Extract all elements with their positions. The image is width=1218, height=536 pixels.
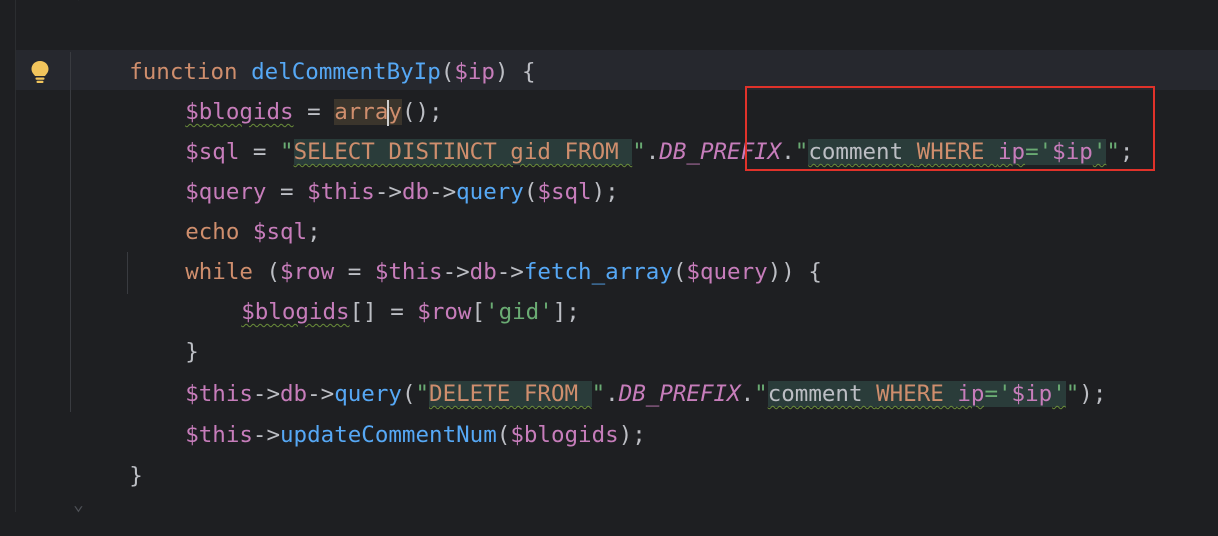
code-line-blogids-init[interactable]: $blogids = array(); bbox=[131, 52, 443, 126]
paren-end: ); bbox=[591, 179, 619, 205]
code-line-update-count[interactable]: $this->updateCommentNum($blogids); bbox=[131, 375, 646, 448]
code-line-close-while[interactable]: } bbox=[131, 292, 199, 365]
prop-db: db bbox=[401, 179, 430, 205]
arg-sql: $sql bbox=[537, 179, 592, 205]
code-line-function-signature[interactable]: function delCommentByIp($ip) { bbox=[75, 12, 535, 85]
fold-marker-top: ⌄ bbox=[73, 0, 84, 3]
gutter[interactable] bbox=[0, 0, 16, 512]
indent-guide bbox=[70, 52, 71, 412]
param-ip: $ip bbox=[454, 59, 495, 85]
paren-brace: )) { bbox=[767, 259, 822, 285]
code-line-close-function[interactable]: } bbox=[75, 416, 143, 489]
quote: " bbox=[754, 381, 768, 407]
paren: ( bbox=[440, 59, 455, 85]
var-blogids: $blogids bbox=[241, 299, 350, 325]
code-line-append[interactable]: $blogids[] = $row['gid']; bbox=[187, 252, 580, 325]
quote: " bbox=[1065, 381, 1080, 407]
arrow: -> bbox=[252, 422, 281, 448]
sql-close-quote: ' bbox=[1052, 381, 1066, 407]
concat-dot: . bbox=[645, 139, 660, 165]
code-line-echo[interactable]: echo $sql; bbox=[131, 172, 320, 245]
code-line-delete-query[interactable]: $this->db->query("DELETE FROM ".DB_PREFI… bbox=[131, 334, 1106, 407]
quote: " bbox=[632, 139, 646, 165]
annotation-highlight-box bbox=[745, 86, 1155, 171]
method-query: query bbox=[456, 179, 524, 205]
indent-guide bbox=[127, 252, 128, 294]
this: $this bbox=[185, 422, 253, 448]
paren: ( bbox=[496, 422, 511, 448]
sql-eq-quote: =' bbox=[984, 381, 1012, 407]
bracket: [ bbox=[471, 299, 486, 325]
var-row: $row bbox=[417, 299, 472, 325]
concat-dot: . bbox=[740, 381, 755, 407]
code-editor[interactable]: ⌄ ⌄ function delCommentByIp($ip) { $blog… bbox=[0, 0, 1218, 515]
paren-end: ); bbox=[618, 422, 646, 448]
sql-where: WHERE bbox=[876, 381, 958, 407]
sql-column-ip: ip bbox=[957, 381, 985, 407]
append-assign: [] = bbox=[349, 299, 418, 325]
sql-table: comment bbox=[767, 381, 877, 407]
paren: ( bbox=[672, 259, 687, 285]
paren-brace: ) { bbox=[494, 59, 536, 85]
arrow: -> bbox=[429, 179, 457, 205]
arg-blogids: $blogids bbox=[510, 422, 619, 448]
brace: } bbox=[129, 463, 143, 489]
arrow: -> bbox=[374, 179, 402, 205]
lightbulb-icon[interactable] bbox=[30, 60, 50, 84]
paren: ( bbox=[523, 179, 538, 205]
code-line-query[interactable]: $query = $this->db->query($sql); bbox=[131, 132, 619, 205]
arg-query: $query bbox=[686, 259, 768, 285]
string-gid: 'gid' bbox=[485, 299, 553, 325]
code-line-while[interactable]: while ($row = $this->db->fetch_array($qu… bbox=[131, 212, 822, 285]
sql-var-ip: $ip bbox=[1011, 381, 1053, 407]
paren-end: ); bbox=[1079, 381, 1107, 407]
method-update-comment-num: updateCommentNum bbox=[280, 422, 497, 448]
bracket-end: ]; bbox=[552, 299, 580, 325]
gutter-divider bbox=[15, 0, 16, 512]
